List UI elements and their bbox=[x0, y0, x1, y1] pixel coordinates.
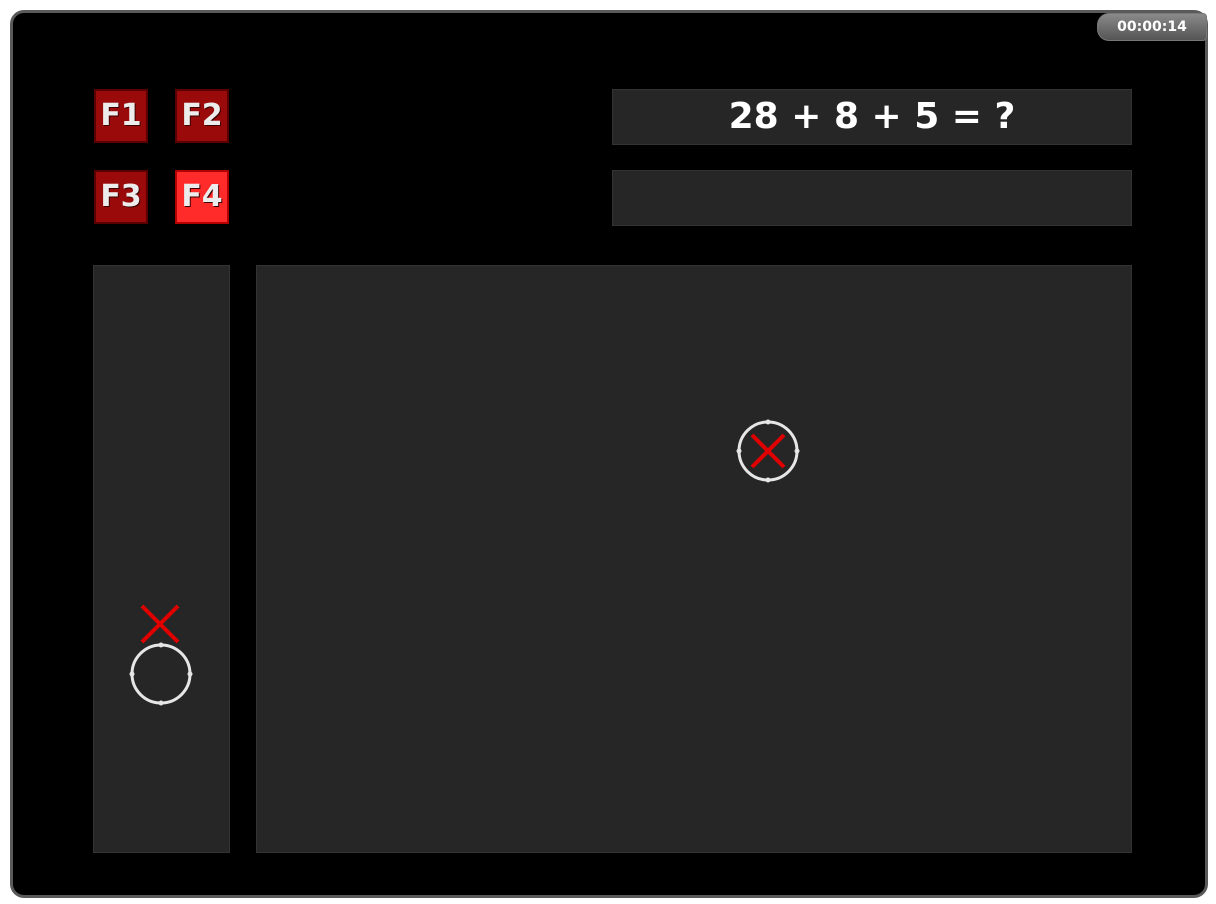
crosshair-ring-icon[interactable] bbox=[128, 642, 194, 706]
timer-display: 00:00:14 bbox=[1097, 13, 1207, 41]
answer-field[interactable] bbox=[612, 170, 1132, 226]
play-area-panel[interactable] bbox=[256, 265, 1132, 853]
f4-key-button[interactable]: F4 bbox=[175, 170, 229, 224]
f3-key-button[interactable]: F3 bbox=[94, 170, 148, 224]
f1-key-button[interactable]: F1 bbox=[94, 89, 148, 143]
question-display: 28 + 8 + 5 = ? bbox=[612, 89, 1132, 145]
side-track-panel[interactable] bbox=[93, 265, 230, 853]
f2-key-button[interactable]: F2 bbox=[175, 89, 229, 143]
target-crosshair-icon[interactable] bbox=[736, 419, 800, 483]
red-x-icon bbox=[140, 604, 180, 644]
